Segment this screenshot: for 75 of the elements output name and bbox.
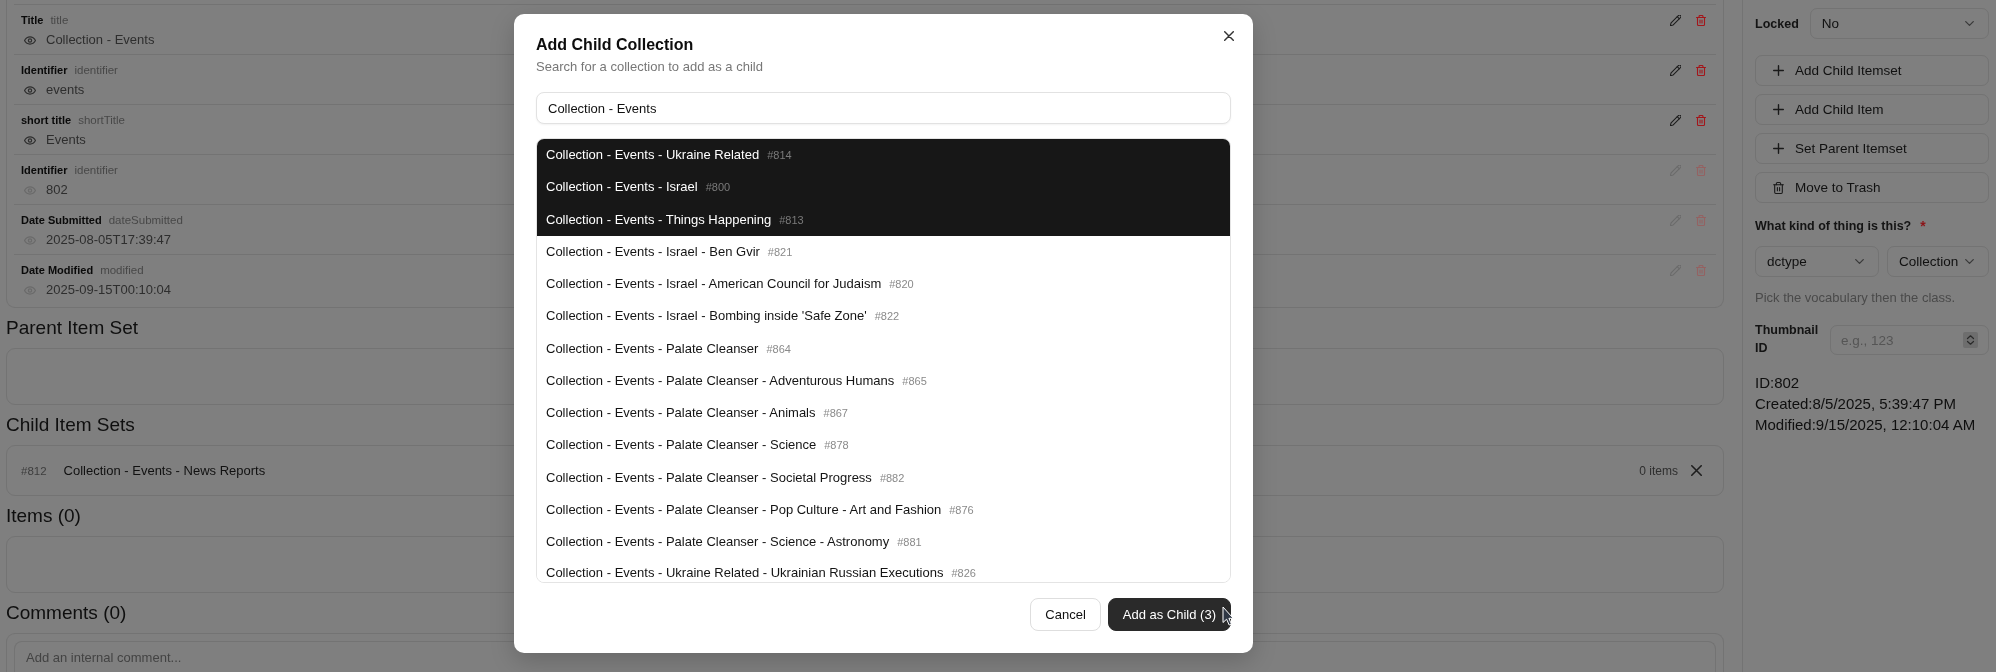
property-value: Events bbox=[46, 131, 86, 149]
action-button[interactable]: Add Child Item bbox=[1755, 94, 1989, 125]
pencil-icon[interactable] bbox=[1670, 114, 1681, 126]
cancel-button[interactable]: Cancel bbox=[1030, 598, 1101, 632]
result-option[interactable]: Collection - Events - Things Happening #813 bbox=[537, 203, 1230, 236]
spinner-icon[interactable] bbox=[1963, 332, 1978, 348]
section-heading: Items (0) bbox=[6, 504, 81, 528]
required-mark: * bbox=[1920, 218, 1926, 234]
trash-icon[interactable] bbox=[1696, 14, 1706, 26]
plus-icon bbox=[1773, 104, 1784, 115]
collection-id: #813 bbox=[779, 212, 804, 228]
result-option[interactable]: Collection - Events - Israel #800 bbox=[537, 171, 1230, 204]
collection-id: #820 bbox=[889, 277, 914, 293]
property-label: Title bbox=[21, 13, 44, 27]
chevron-down-icon bbox=[1855, 259, 1864, 264]
action-button[interactable]: Add Child Itemset bbox=[1755, 55, 1989, 86]
property-value: Collection - Events bbox=[46, 31, 155, 49]
chevron-down-icon bbox=[1965, 259, 1974, 264]
collection-id: #814 bbox=[767, 148, 792, 164]
plus-icon bbox=[1773, 143, 1784, 154]
pencil-icon[interactable] bbox=[1670, 14, 1681, 26]
section-heading: Parent Item Set bbox=[6, 316, 138, 340]
collection-id: #864 bbox=[766, 341, 791, 357]
trash-icon[interactable] bbox=[1696, 64, 1706, 76]
section-heading: Comments (0) bbox=[6, 601, 127, 625]
collection-id: #881 bbox=[897, 535, 922, 551]
collection-id: #865 bbox=[902, 373, 927, 389]
property-value: 802 bbox=[46, 181, 68, 199]
collection-id: #821 bbox=[767, 244, 793, 260]
vocabulary-select[interactable]: dctype bbox=[1755, 246, 1879, 277]
pencil-icon[interactable] bbox=[1670, 64, 1681, 76]
mouse-pointer-icon bbox=[1222, 606, 1234, 626]
metadata-text: ID:802 bbox=[1755, 373, 1800, 393]
class-select[interactable]: Collection bbox=[1887, 246, 1989, 277]
metadata-text: Modified:9/15/2025, 12:10:04 AM bbox=[1755, 415, 1976, 435]
property-label: Date Modified bbox=[21, 263, 94, 277]
chevron-down-icon bbox=[1965, 21, 1974, 26]
type-question-label: What kind of thing is this? bbox=[1755, 218, 1912, 234]
trash-icon bbox=[1773, 181, 1784, 194]
locked-select[interactable]: No bbox=[1809, 8, 1989, 39]
action-button[interactable]: Move to Trash bbox=[1755, 172, 1989, 203]
property-label: Identifier bbox=[21, 63, 68, 77]
thumbnail-id-label: Thumbnail ID bbox=[1755, 322, 1819, 357]
property-label: Date Submitted bbox=[21, 213, 102, 227]
collection-id: #878 bbox=[824, 438, 849, 454]
plus-icon bbox=[1773, 65, 1784, 76]
collection-id: #876 bbox=[949, 502, 974, 518]
item-set-id: #812 bbox=[21, 464, 47, 477]
eye-icon[interactable] bbox=[24, 135, 36, 145]
collection-id: #822 bbox=[874, 309, 900, 325]
eye-icon[interactable] bbox=[24, 35, 36, 45]
collection-id: #800 bbox=[705, 180, 731, 196]
locked-label: Locked bbox=[1755, 16, 1799, 31]
section-heading: Child Item Sets bbox=[6, 413, 135, 437]
dialog-subtitle: Search for a collection to add as a child bbox=[536, 58, 763, 76]
property-value: 2025-09-15T00:10:04 bbox=[46, 281, 172, 299]
remove-icon[interactable] bbox=[1691, 465, 1702, 476]
search-field[interactable]: Collection - Events bbox=[536, 92, 1231, 124]
dialog-title: Add Child Collection bbox=[536, 35, 694, 55]
property-value: events bbox=[46, 81, 85, 99]
collection-id: #867 bbox=[823, 406, 848, 422]
collection-id: #826 bbox=[951, 566, 976, 582]
close-icon[interactable] bbox=[1224, 31, 1234, 41]
metadata-text: Created:8/5/2025, 5:39:47 PM bbox=[1755, 394, 1956, 414]
action-button[interactable]: Set Parent Itemset bbox=[1755, 133, 1989, 164]
add-as-child-button[interactable]: Add as Child (3) bbox=[1107, 598, 1231, 632]
item-set-title: Collection - Events - News Reports bbox=[63, 463, 266, 478]
property-label: Identifier bbox=[21, 163, 68, 177]
property-label: short title bbox=[21, 113, 72, 127]
item-count: 0 items bbox=[1639, 463, 1678, 478]
eye-icon[interactable] bbox=[24, 85, 36, 95]
result-option[interactable]: Collection - Events - Ukraine Related #814 bbox=[537, 139, 1230, 172]
trash-icon[interactable] bbox=[1696, 114, 1706, 126]
property-value: 2025-08-05T17:39:47 bbox=[46, 231, 172, 249]
collection-id: #882 bbox=[879, 470, 905, 486]
